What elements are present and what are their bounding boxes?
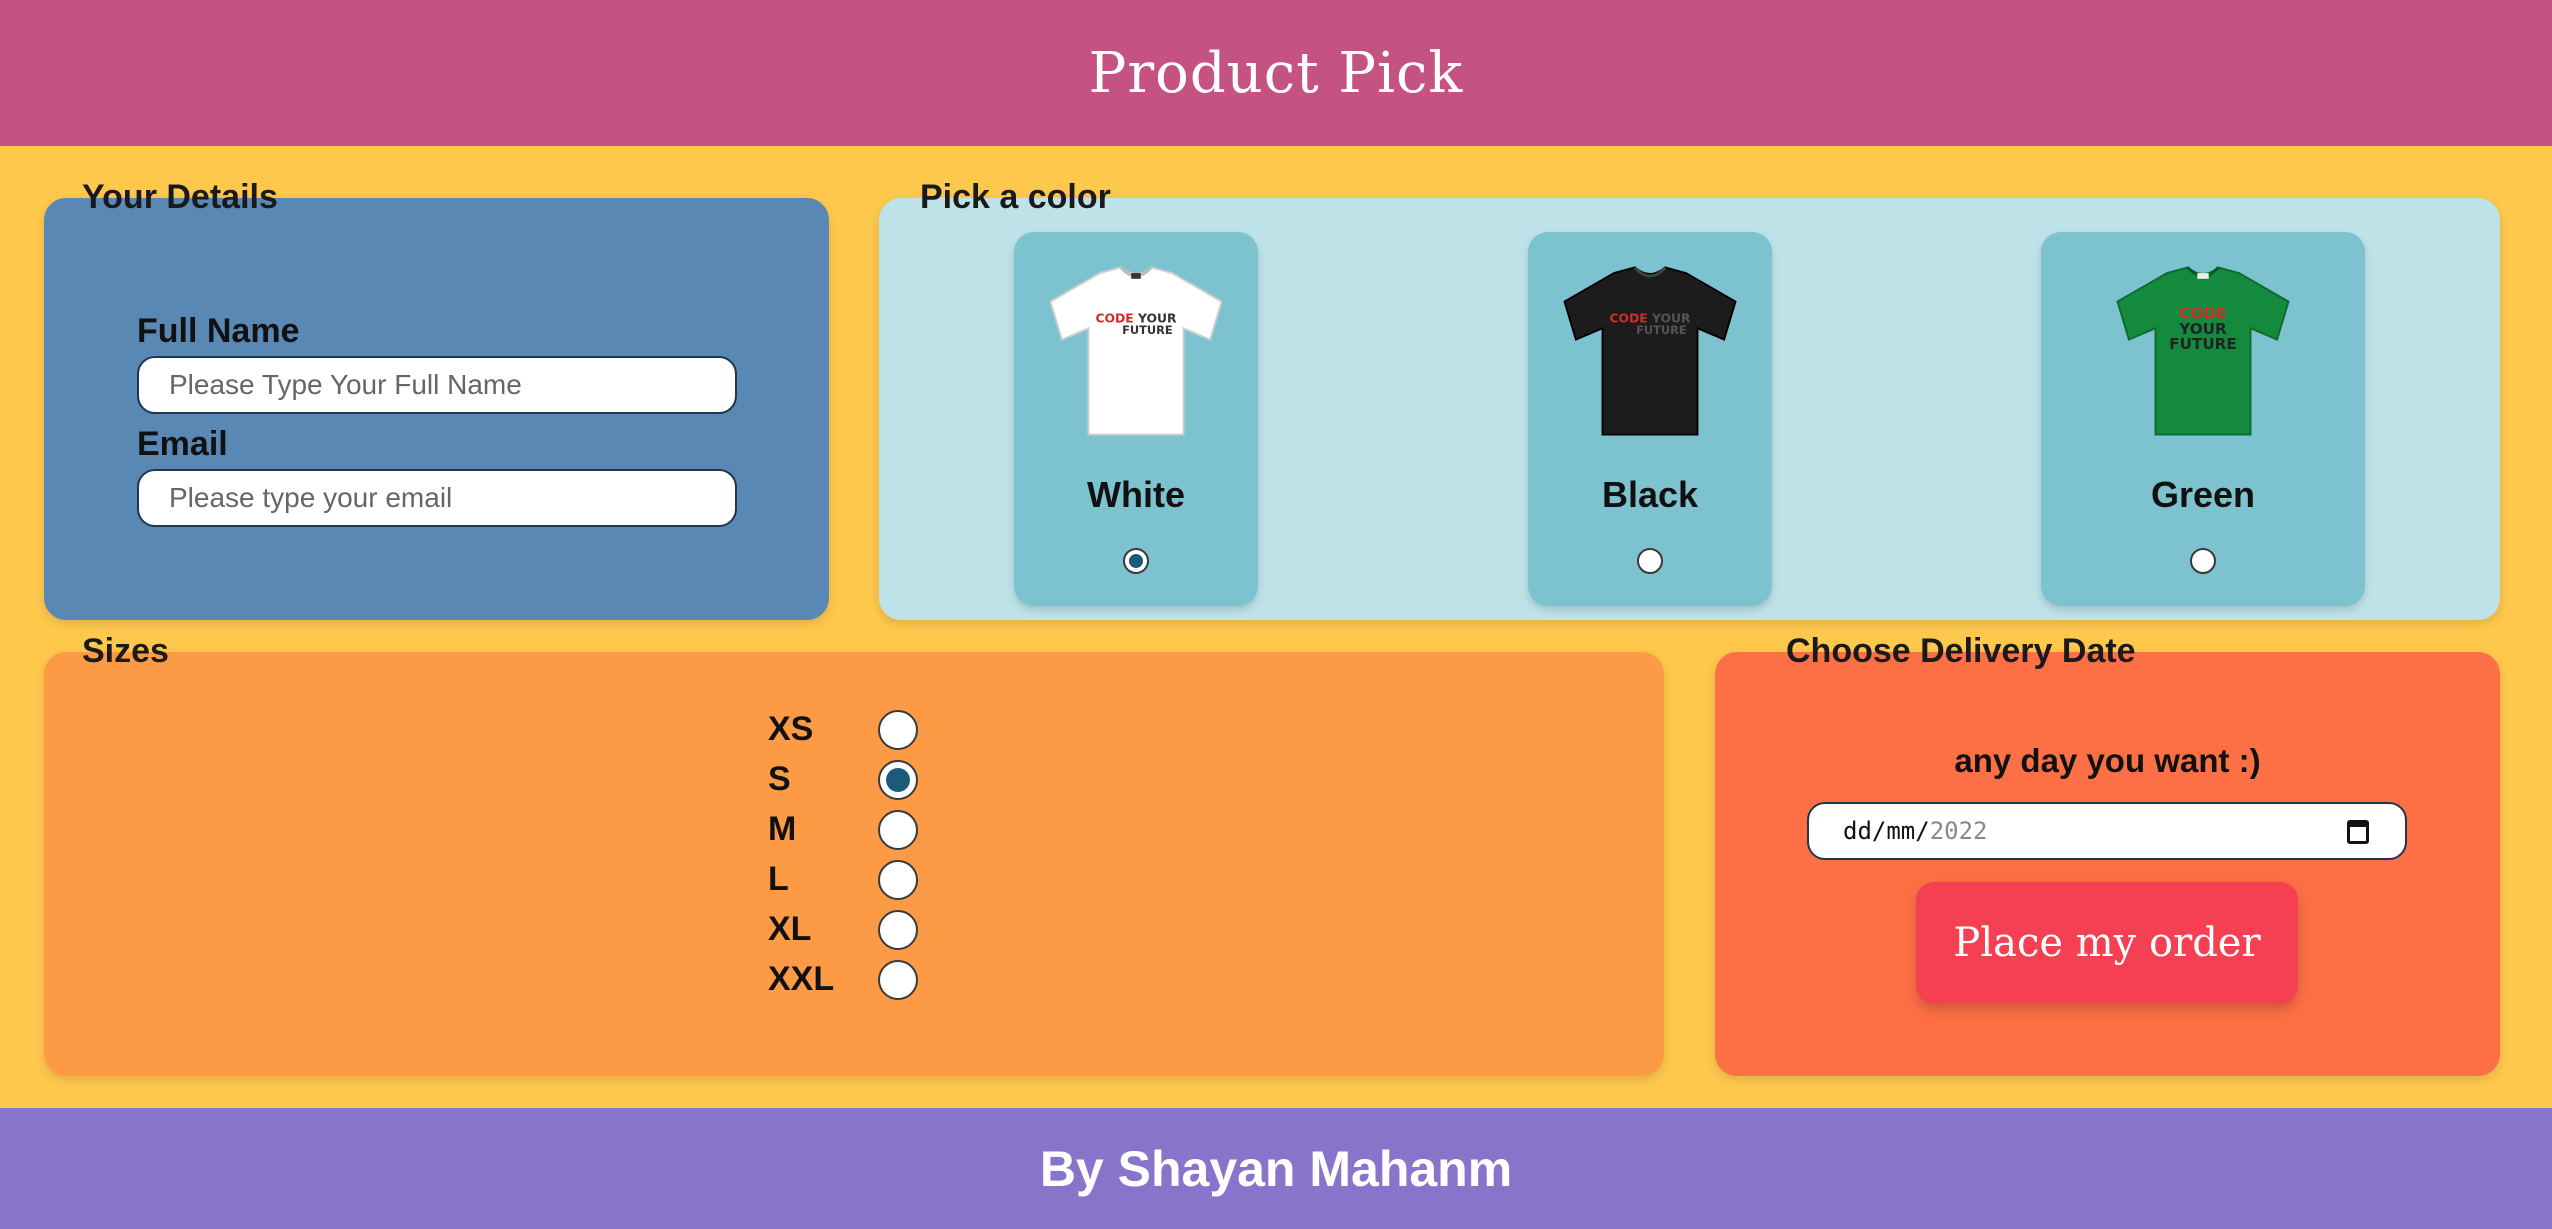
color-card-white[interactable]: CODE YOUR FUTURE White xyxy=(1014,232,1258,606)
black-tshirt-icon: CODE YOUR FUTURE xyxy=(1563,266,1737,436)
size-label-s: S xyxy=(768,760,791,798)
white-tshirt-icon: CODE YOUR FUTURE xyxy=(1049,266,1223,436)
size-radio-l[interactable] xyxy=(878,860,918,900)
page-footer: By Shayan Mahanm xyxy=(0,1108,2552,1229)
email-label: Email xyxy=(137,425,228,463)
logo-word-future: FUTURE xyxy=(2169,335,2236,353)
size-label-xl: XL xyxy=(768,910,812,948)
size-radio-xl[interactable] xyxy=(878,910,918,950)
color-label-green: Green xyxy=(2150,474,2256,515)
logo-word-future: FUTURE xyxy=(1122,323,1173,337)
size-label-xs: XS xyxy=(768,710,814,748)
size-label-xxl: XXL xyxy=(768,960,835,998)
full-name-input[interactable] xyxy=(137,356,737,414)
size-label-m: M xyxy=(768,810,797,848)
size-radio-xxl[interactable] xyxy=(878,960,918,1000)
color-radio-white[interactable] xyxy=(1123,548,1149,574)
color-radio-green[interactable] xyxy=(2190,548,2216,574)
green-tshirt-icon: CODE YOUR FUTURE xyxy=(2116,266,2290,436)
size-radio-xs[interactable] xyxy=(878,710,918,750)
size-radio-m[interactable] xyxy=(878,810,918,850)
calendar-icon[interactable] xyxy=(2347,820,2369,844)
delivery-panel xyxy=(1715,652,2500,1076)
color-radio-black[interactable] xyxy=(1637,548,1663,574)
logo-word-future: FUTURE xyxy=(1636,323,1687,337)
email-input[interactable] xyxy=(137,469,737,527)
color-title: Pick a color xyxy=(920,178,1111,216)
details-title: Your Details xyxy=(82,178,278,216)
full-name-label: Full Name xyxy=(137,312,300,350)
color-label-white: White xyxy=(1087,474,1185,515)
color-card-black[interactable]: CODE YOUR FUTURE Black xyxy=(1528,232,1772,606)
page-header: Product Pick xyxy=(0,0,2552,146)
sizes-panel xyxy=(44,652,1664,1076)
size-label-l: L xyxy=(768,860,789,898)
delivery-hint: any day you want :) xyxy=(1954,742,2261,779)
delivery-title: Choose Delivery Date xyxy=(1786,632,2136,670)
date-day-month: dd/mm/ xyxy=(1843,817,1930,845)
page-title: Product Pick xyxy=(1088,40,1464,106)
sizes-title: Sizes xyxy=(82,632,169,670)
color-label-black: Black xyxy=(1601,474,1699,515)
size-radio-s[interactable] xyxy=(878,760,918,800)
footer-credit: By Shayan Mahanm xyxy=(1039,1140,1513,1197)
delivery-date-input[interactable]: dd/mm/ 2022 xyxy=(1807,802,2407,860)
color-card-green[interactable]: CODE YOUR FUTURE Green xyxy=(2041,232,2365,606)
place-order-button[interactable]: Place my order xyxy=(1916,882,2298,1004)
date-year: 2022 xyxy=(1929,817,1988,845)
